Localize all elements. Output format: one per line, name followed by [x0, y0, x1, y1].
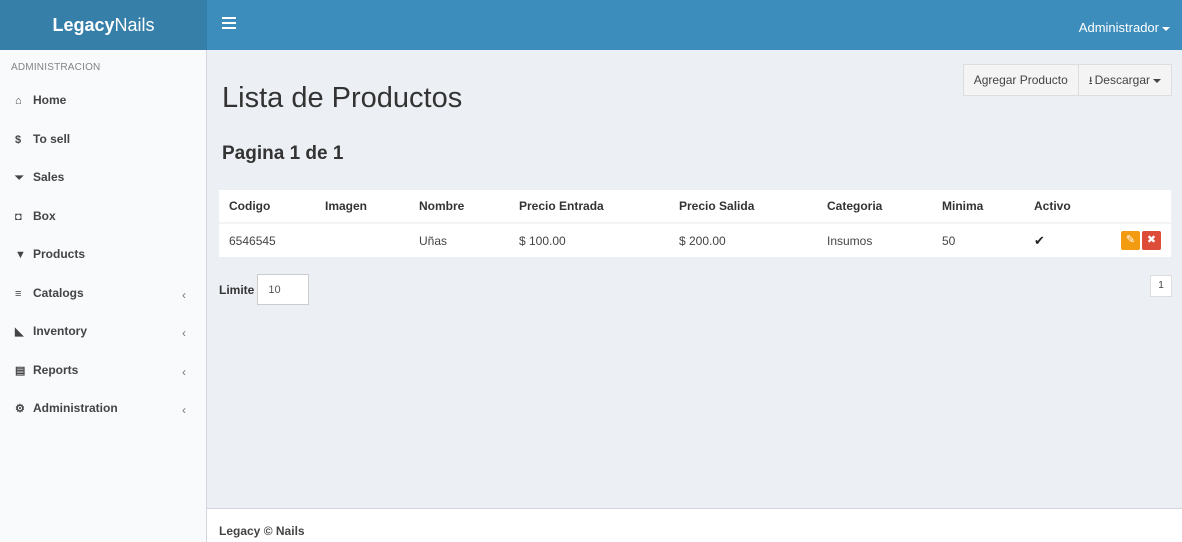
caret-down-icon — [1162, 26, 1170, 31]
cell-imagen — [315, 223, 409, 257]
database-icon: ≡ — [15, 287, 22, 300]
footer-copyright-symbol: © — [263, 524, 273, 538]
download-label: Descargar — [1094, 73, 1150, 87]
user-menu[interactable]: Administrador — [1079, 0, 1170, 50]
column-header: Categoria — [817, 190, 932, 224]
sidebar-item-label: Home — [33, 93, 67, 107]
sidebar-item-sales[interactable]: ⏷ Sales — [0, 167, 206, 206]
products-table: Codigo Imagen Nombre Precio Entrada Prec… — [219, 190, 1171, 257]
delete-icon[interactable]: ✖ — [1142, 231, 1161, 250]
footer-brand: Legacy — [219, 524, 261, 538]
table-row: 6546545 Uñas $ 100.00 $ 200.00 Insumos 5… — [219, 223, 1171, 257]
top-navbar: LegacyNails Administrador — [0, 0, 1182, 50]
sidebar-item-reports[interactable]: ▤ Reports ‹ — [0, 360, 206, 399]
cube-icon: ◘ — [15, 210, 22, 223]
app-logo[interactable]: LegacyNails — [0, 0, 207, 50]
sidebar-item-label: To sell — [33, 131, 71, 146]
column-header: Codigo — [219, 190, 315, 224]
column-header: Nombre — [409, 190, 509, 224]
chevron-left-icon: ‹ — [182, 287, 186, 302]
main-content: Agregar Producto ⭳ Descargar Lista de Pro… — [207, 50, 1182, 508]
column-header: Precio Entrada — [509, 190, 669, 224]
sidebar-item-label: Reports — [33, 362, 79, 377]
pagination-page-1[interactable]: 1 — [1150, 275, 1172, 297]
sidebar-item-to-sell[interactable]: $ To sell — [0, 129, 206, 168]
dollar-icon: $ — [15, 133, 22, 146]
cart-icon: ⏷ — [15, 172, 24, 184]
limit-input[interactable] — [257, 274, 310, 305]
logo-rest-text: Nails — [114, 15, 155, 35]
footer: Legacy © Nails — [207, 508, 1182, 542]
sidebar-item-label: Products — [33, 247, 86, 261]
file-text-icon: ▤ — [15, 364, 26, 377]
sidebar-item-label: Inventory — [33, 324, 88, 338]
sidebar-item-label: Catalogs — [33, 285, 84, 300]
download-icon: ⭳ — [1088, 75, 1093, 87]
logo-bold-text: Legacy — [52, 15, 115, 35]
filter-icon: ▼ — [15, 249, 26, 261]
cog-icon: ⚙ — [15, 403, 25, 415]
sidebar-item-administration[interactable]: ⚙ Administration ‹ — [0, 398, 206, 437]
cell-minima: 50 — [942, 233, 956, 248]
column-header: Activo — [1024, 190, 1106, 224]
limit-label: Limite — [219, 282, 255, 297]
sidebar-item-label: Sales — [33, 170, 65, 184]
sidebar-item-catalogs[interactable]: ≡ Catalogs ‹ — [0, 283, 206, 322]
footer-brand-suffix: Nails — [275, 524, 305, 538]
cell-codigo: 6546545 — [229, 233, 276, 248]
products-table-container: Codigo Imagen Nombre Precio Entrada Prec… — [219, 187, 1171, 257]
column-header — [1106, 190, 1171, 224]
sidebar-item-inventory[interactable]: ◣ Inventory ‹ — [0, 321, 206, 360]
cell-actions: ✎ ✖ — [1106, 223, 1171, 257]
sidebar-menu: ⌂ Home $ To sell ⏷ Sales ◘ Box ▼ Products ≡ Ca… — [0, 90, 206, 437]
sidebar-item-label: Box — [33, 208, 56, 223]
cell-activo: ✔ — [1024, 223, 1106, 257]
area-chart-icon: ◣ — [15, 326, 24, 338]
home-icon: ⌂ — [15, 95, 22, 107]
page-indicator: Pagina 1 de 1 — [222, 143, 344, 164]
edit-icon[interactable]: ✎ — [1121, 231, 1140, 250]
sidebar-item-label: Administration — [33, 401, 118, 415]
column-header: Precio Salida — [669, 190, 817, 224]
download-button[interactable]: ⭳ Descargar — [1078, 64, 1172, 96]
page-title: Lista de Productos — [222, 82, 463, 114]
chevron-left-icon: ‹ — [182, 403, 186, 417]
add-product-button[interactable]: Agregar Producto — [962, 64, 1079, 96]
limit-control: Limite — [219, 274, 310, 305]
sidebar-item-box[interactable]: ◘ Box — [0, 206, 206, 245]
sidebar: ADMINISTRACION ⌂ Home $ To sell ⏷ Sales ◘ Bo… — [0, 50, 207, 542]
action-button-group: Agregar Producto ⭳ Descargar — [962, 64, 1172, 96]
check-icon: ✔ — [1034, 232, 1045, 248]
sidebar-section-title: ADMINISTRACION — [11, 62, 101, 73]
sidebar-toggle-icon[interactable] — [222, 14, 236, 34]
caret-down-icon — [1153, 78, 1161, 83]
table-header-row: Codigo Imagen Nombre Precio Entrada Prec… — [219, 190, 1171, 224]
user-name: Administrador — [1078, 20, 1159, 35]
chevron-left-icon: ‹ — [182, 326, 186, 340]
cell-precio-salida: $ 200.00 — [679, 233, 726, 248]
cell-nombre: Uñas — [419, 233, 448, 248]
column-header: Minima — [932, 190, 1024, 224]
sidebar-item-home[interactable]: ⌂ Home — [0, 90, 206, 129]
cell-precio-entrada: $ 100.00 — [519, 233, 566, 248]
chevron-left-icon: ‹ — [182, 364, 186, 379]
cell-categoria: Insumos — [827, 233, 873, 248]
sidebar-item-products[interactable]: ▼ Products — [0, 244, 206, 283]
column-header: Imagen — [315, 190, 409, 224]
